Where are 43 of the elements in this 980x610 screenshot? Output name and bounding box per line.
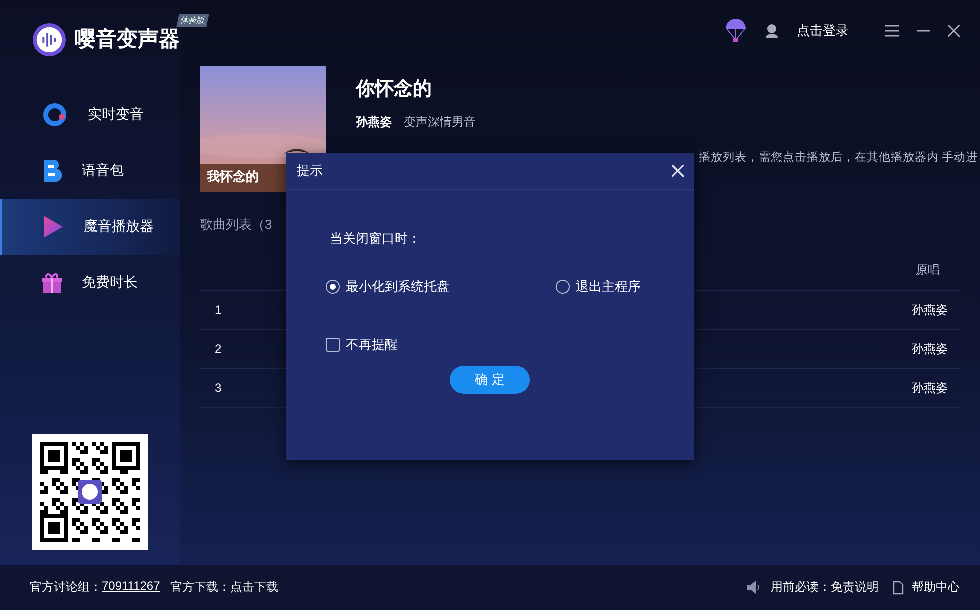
row-number: 2 [215, 342, 222, 356]
radio-icon[interactable] [556, 280, 570, 294]
row-number: 1 [215, 303, 222, 317]
group-number-link[interactable]: 709111267 [102, 579, 160, 596]
app-name: 嘤音变声器 [75, 26, 180, 53]
menu-icon[interactable] [885, 25, 899, 37]
close-icon[interactable] [948, 25, 960, 37]
row-number: 3 [215, 381, 222, 395]
help-link[interactable]: 帮助中心 [912, 579, 960, 596]
disclaimer-link[interactable]: 用前必读：免责说明 [771, 579, 879, 596]
radio-icon[interactable] [326, 280, 340, 294]
song-list-heading: 歌曲列表（3 [200, 216, 274, 234]
sidebar-item[interactable]: 实时变音 [0, 87, 180, 143]
logo-icon [32, 22, 67, 58]
download-link[interactable]: 官方下载：点击下载 [170, 579, 278, 596]
radio-option[interactable]: 最小化到系统托盘 [326, 278, 556, 296]
table-cell: 孙燕姿 [912, 340, 948, 358]
voice-name: 变声深情男音 [404, 114, 476, 131]
checkbox-option[interactable]: 不再提醒 [326, 336, 694, 354]
column-header: 原唱 [916, 262, 940, 278]
checkbox-icon[interactable] [326, 338, 340, 352]
cover-caption: 我怀念的 [207, 168, 259, 186]
login-link[interactable]: 点击登录 [797, 22, 849, 40]
dialog-question: 当关闭窗口时： [330, 230, 422, 248]
document-icon [893, 580, 904, 594]
group-label: 官方讨论组： [30, 579, 102, 596]
parachute-icon[interactable] [725, 19, 747, 43]
dialog-title: 提示 [297, 162, 323, 180]
sidebar-item[interactable]: 语音包 [0, 143, 180, 199]
table-cell: 孙燕姿 [912, 380, 948, 396]
sidebar-item[interactable]: 魔音播放器 [0, 199, 180, 255]
radio-option[interactable]: 退出主程序 [556, 278, 694, 296]
play-icon [42, 215, 64, 239]
user-icon[interactable] [765, 24, 779, 38]
description-text: 播放列表，需您点击播放后，在其他播放器内 手动进 [699, 150, 978, 165]
artist-name: 孙燕姿 [356, 114, 392, 131]
album-title: 你怀念的 [356, 78, 433, 102]
ring-icon [42, 102, 68, 128]
edition-badge: 体验版 [176, 14, 210, 27]
sidebar-item[interactable]: 免费时长 [0, 255, 180, 311]
table-cell: 孙燕姿 [912, 302, 948, 318]
letter-b-icon [42, 159, 62, 183]
gift-icon [42, 272, 62, 294]
